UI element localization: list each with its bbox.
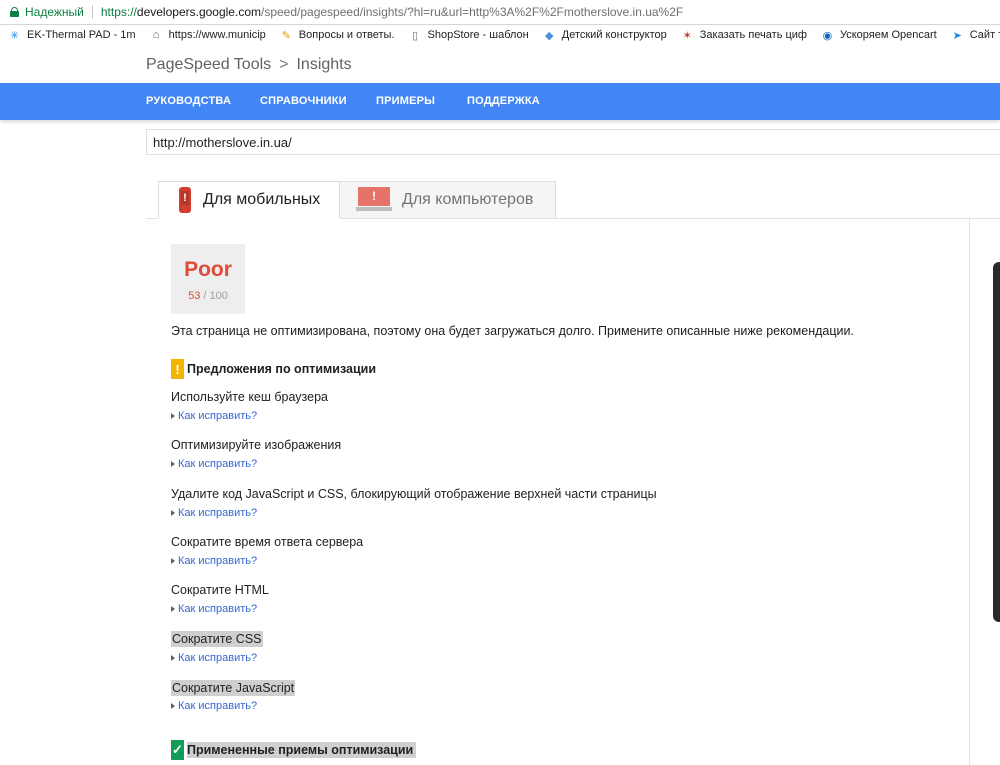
expand-arrow-icon: [171, 510, 175, 516]
how-to-fix-link[interactable]: Как исправить?: [171, 652, 257, 664]
how-to-fix-link[interactable]: Как исправить?: [171, 507, 257, 519]
document-icon: ▯: [411, 29, 419, 42]
warning-icon: !: [171, 359, 184, 379]
tab-desktop[interactable]: ! Для компьютеров: [340, 181, 556, 219]
bookmark-item[interactable]: ▯ ShopStore - шаблон: [409, 29, 529, 42]
how-to-fix-link[interactable]: Как исправить?: [171, 603, 257, 615]
breadcrumb-separator: >: [279, 56, 289, 73]
expand-arrow-icon: [171, 461, 175, 467]
url-field: [146, 129, 1000, 155]
section-name[interactable]: Insights: [296, 56, 351, 73]
nav-reference[interactable]: СПРАВОЧНИКИ: [260, 95, 347, 107]
mobile-phone-icon: !: [179, 187, 191, 213]
bookmark-label: https://www.municip: [168, 29, 266, 41]
url-path: /speed/pagespeed/insights/?hl=ru&url=htt…: [260, 5, 684, 19]
snowflake-icon: ✳: [9, 29, 20, 42]
how-to-fix-label: Как исправить?: [178, 652, 258, 664]
bookmark-item[interactable]: ➤ Сайт тормозит как с: [951, 29, 1000, 42]
url-input[interactable]: [147, 130, 1000, 154]
nav-support[interactable]: ПОДДЕРЖКА: [467, 95, 540, 107]
suggestions-title: Предложения по оптимизации: [187, 362, 377, 376]
how-to-fix-label: Как исправить?: [178, 700, 258, 712]
tab-mobile[interactable]: ! Для мобильных: [158, 181, 340, 219]
edit-icon: ✎: [281, 29, 291, 42]
bookmark-item[interactable]: ⌂ https://www.municip: [150, 29, 266, 42]
score-number: 53: [188, 290, 201, 302]
bookmark-label: ShopStore - шаблон: [427, 29, 529, 41]
tab-mobile-label: Для мобильных: [203, 191, 321, 208]
how-to-fix-label: Как исправить?: [178, 603, 258, 615]
url-scheme: https://: [100, 5, 137, 19]
expand-arrow-icon: [171, 655, 175, 661]
rule-title: Сократите CSS: [171, 631, 263, 647]
tab-desktop-label: Для компьютеров: [402, 191, 534, 208]
expand-arrow-icon: [171, 703, 175, 709]
score-max: / 100: [203, 290, 228, 302]
applied-heading: ✓ Примененные приемы оптимизации: [171, 740, 417, 760]
how-to-fix-label: Как исправить?: [178, 507, 258, 519]
bookmark-label: Вопросы и ответы.: [298, 29, 395, 41]
bookmark-label: Заказать печать циф: [699, 29, 807, 41]
star-icon: ✶: [682, 29, 692, 42]
desktop-monitor-icon: !: [356, 187, 392, 213]
how-to-fix-link[interactable]: Как исправить?: [171, 458, 257, 470]
bookmark-label: Детский конструктор: [561, 29, 667, 41]
page-title: PageSpeed Tools > Insights: [146, 56, 352, 74]
bookmark-item[interactable]: ◆ Детский конструктор: [543, 29, 667, 42]
checkmark-icon: ✓: [171, 740, 184, 760]
nav-samples[interactable]: ПРИМЕРЫ: [376, 95, 435, 107]
how-to-fix-label: Как исправить?: [178, 458, 258, 470]
applied-title: Примененные приемы оптимизации: [187, 742, 417, 758]
rule-title: Удалите код JavaScript и CSS, блокирующи…: [171, 487, 657, 501]
phone-preview-edge: [993, 262, 1000, 622]
score-box: Poor 53 / 100: [171, 244, 245, 314]
expand-arrow-icon: [171, 606, 175, 612]
rule-title: Сократите время ответа сервера: [171, 535, 364, 549]
how-to-fix-label: Как исправить?: [178, 410, 258, 422]
speed-icon: ➤: [952, 29, 962, 42]
product-name[interactable]: PageSpeed Tools: [146, 56, 271, 73]
rule-title: Сократите JavaScript: [171, 680, 296, 696]
panel-divider: [969, 219, 970, 765]
address-url[interactable]: https://developers.google.com/speed/page…: [101, 5, 683, 19]
expand-arrow-icon: [171, 413, 175, 419]
nav-guides[interactable]: РУКОВОДСТВА: [146, 95, 231, 107]
score-label: Poor: [184, 258, 232, 281]
lock-icon: [10, 7, 19, 17]
rule-title: Сократите HTML: [171, 583, 269, 597]
suggestions-heading: ! Предложения по оптимизации: [171, 359, 376, 379]
opencart-icon: ◉: [822, 29, 833, 42]
rule-title: Используйте кеш браузера: [171, 390, 329, 404]
how-to-fix-link[interactable]: Как исправить?: [171, 700, 257, 712]
bookmarks-bar: ✳ EK-Thermal PAD - 1m ⌂ https://www.muni…: [0, 25, 1000, 45]
how-to-fix-link[interactable]: Как исправить?: [171, 555, 257, 567]
how-to-fix-link[interactable]: Как исправить?: [171, 410, 257, 422]
cube-icon: ◆: [545, 29, 554, 42]
score-value: 53 / 100: [171, 290, 245, 302]
building-icon: ⌂: [152, 29, 160, 41]
expand-arrow-icon: [171, 558, 175, 564]
bookmark-label: EK-Thermal PAD - 1m: [27, 29, 136, 41]
bookmark-item[interactable]: ✎ Вопросы и ответы.: [280, 29, 395, 42]
bookmark-label: Ускоряем Opencart: [839, 29, 937, 41]
bookmark-item[interactable]: ✳ EK-Thermal PAD - 1m: [8, 29, 136, 42]
bookmark-item[interactable]: ◉ Ускоряем Opencart: [821, 29, 937, 42]
rule-title: Оптимизируйте изображения: [171, 438, 342, 452]
summary-text: Эта страница не оптимизирована, поэтому …: [171, 324, 854, 338]
url-host: developers.google.com: [136, 5, 261, 19]
bookmark-item[interactable]: ✶ Заказать печать циф: [681, 29, 807, 42]
secure-label: Надежный: [25, 5, 84, 19]
bookmark-label: Сайт тормозит как с: [969, 29, 1000, 41]
address-bar[interactable]: Надежный https://developers.google.com/s…: [0, 0, 1000, 25]
how-to-fix-label: Как исправить?: [178, 555, 258, 567]
address-separator: [91, 5, 93, 19]
top-navigation: РУКОВОДСТВА СПРАВОЧНИКИ ПРИМЕРЫ ПОДДЕРЖК…: [0, 83, 1000, 120]
